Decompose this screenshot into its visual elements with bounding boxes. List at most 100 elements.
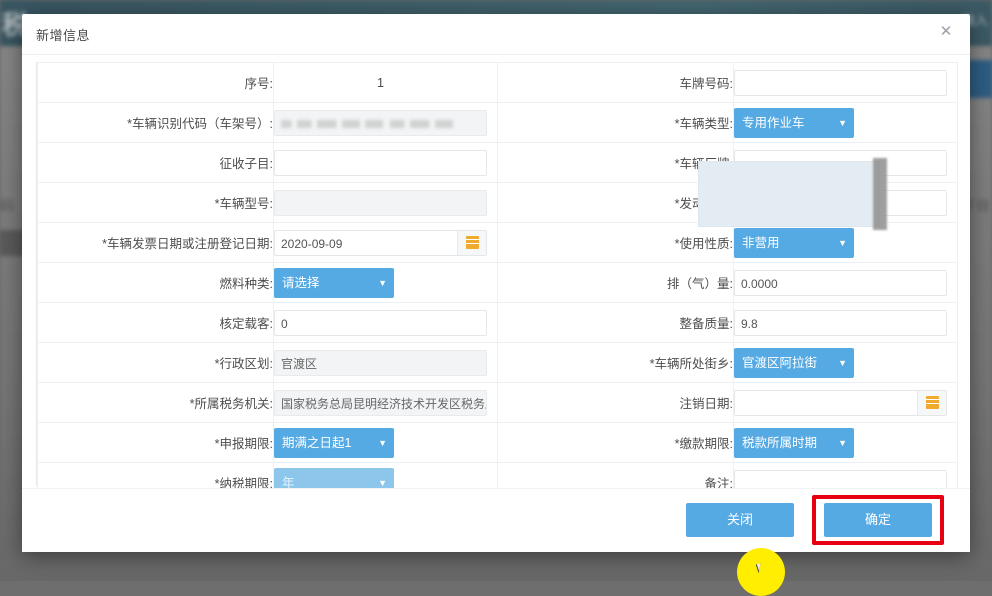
field-label-right-7: *车辆所处街乡: bbox=[497, 342, 734, 383]
chevron-down-icon: ▼ bbox=[838, 437, 847, 448]
add-info-dialog: 新增信息 ✕ 序号: 1 车牌号码: *车辆识别代码（车架号）: *车辆类型: 专用作业车… bbox=[22, 14, 970, 552]
field-value-left-0: 1 bbox=[273, 62, 498, 103]
text-input-left-2[interactable] bbox=[274, 149, 487, 176]
dropdown-value: 请选择 bbox=[282, 275, 320, 290]
dropdown-value: 非营用 bbox=[742, 235, 780, 250]
label-text: 排（气）量: bbox=[667, 277, 733, 291]
vehicle-info-form: 序号: 1 车牌号码: *车辆识别代码（车架号）: *车辆类型: 专用作业车 ▼ 征收子目: *… bbox=[36, 62, 958, 503]
form-row: *车辆识别代码（车架号）: *车辆类型: 专用作业车 ▼ bbox=[37, 102, 958, 143]
field-value-right-1: 专用作业车 ▼ bbox=[733, 102, 958, 143]
dropdown-right-9[interactable]: 税款所属时期 ▼ bbox=[734, 427, 854, 458]
close-icon[interactable]: ✕ bbox=[936, 22, 956, 42]
text-input-right-6[interactable]: 9.8 bbox=[734, 309, 947, 336]
dialog-header: 新增信息 ✕ bbox=[22, 14, 970, 55]
field-value-left-3 bbox=[273, 182, 498, 223]
field-label-left-1: *车辆识别代码（车架号）: bbox=[37, 102, 274, 143]
date-input[interactable] bbox=[734, 389, 947, 416]
field-value-left-4: 2020-09-09 bbox=[273, 222, 498, 263]
field-value-right-4: 非营用 ▼ bbox=[733, 222, 958, 263]
readonly-input-left-8: 国家税务总局昆明经济技术开发区税务局税源 bbox=[274, 389, 487, 416]
dialog-title: 新增信息 bbox=[36, 28, 91, 43]
confirm-button[interactable]: 确定 bbox=[824, 503, 932, 537]
readonly-input-left-3 bbox=[274, 189, 487, 216]
field-label-right-6: 整备质量: bbox=[497, 302, 734, 343]
sequence-number: 1 bbox=[377, 75, 384, 90]
field-label-right-5: 排（气）量: bbox=[497, 262, 734, 303]
date-field-right-8 bbox=[734, 389, 947, 416]
floating-panel-scrollbar[interactable] bbox=[873, 158, 887, 230]
dropdown-right-1[interactable]: 专用作业车 ▼ bbox=[734, 107, 854, 138]
dropdown-left-9[interactable]: 期满之日起1 ▼ bbox=[274, 427, 394, 458]
text-input-right-5[interactable]: 0.0000 bbox=[734, 269, 947, 296]
chevron-down-icon: ▼ bbox=[838, 237, 847, 248]
calendar-icon bbox=[466, 235, 479, 249]
dropdown-right-4[interactable]: 非营用 ▼ bbox=[734, 227, 854, 258]
field-label-left-4: *车辆发票日期或注册登记日期: bbox=[37, 222, 274, 263]
form-row: 燃料种类: 请选择 ▼ 排（气）量: 0.0000 bbox=[37, 262, 958, 303]
field-value-left-1 bbox=[273, 102, 498, 143]
label-text: 整备质量: bbox=[679, 317, 733, 331]
field-label-left-9: *申报期限: bbox=[37, 422, 274, 463]
label-text: *使用性质: bbox=[674, 237, 733, 251]
label-text: 序号: bbox=[244, 77, 273, 91]
label-text: *缴款期限: bbox=[674, 437, 733, 451]
readonly-input-left-7: 官渡区 bbox=[274, 349, 487, 376]
label-text: 核定载客: bbox=[219, 317, 273, 331]
calendar-icon-button[interactable] bbox=[457, 230, 486, 255]
label-text: *所属税务机关: bbox=[189, 397, 273, 411]
label-text: *申报期限: bbox=[214, 437, 273, 451]
field-value-left-8: 国家税务总局昆明经济技术开发区税务局税源 bbox=[273, 382, 498, 423]
field-value-left-7: 官渡区 bbox=[273, 342, 498, 383]
label-text: 注销日期: bbox=[679, 397, 733, 411]
chevron-down-icon: ▼ bbox=[378, 277, 387, 288]
dialog-footer: 关闭 确定 bbox=[22, 488, 970, 552]
date-input[interactable]: 2020-09-09 bbox=[274, 229, 487, 256]
text-input-right-0[interactable] bbox=[734, 69, 947, 96]
field-value-right-7: 官渡区阿拉街 ▼ bbox=[733, 342, 958, 383]
label-text: *行政区划: bbox=[214, 357, 273, 371]
field-label-left-0: 序号: bbox=[37, 62, 274, 103]
field-label-right-1: *车辆类型: bbox=[497, 102, 734, 143]
field-value-left-5: 请选择 ▼ bbox=[273, 262, 498, 303]
label-text: *车辆所处街乡: bbox=[649, 357, 733, 371]
calendar-icon-button[interactable] bbox=[917, 390, 946, 415]
form-row: *所属税务机关:国家税务总局昆明经济技术开发区税务局税源 注销日期: bbox=[37, 382, 958, 423]
field-label-left-6: 核定载客: bbox=[37, 302, 274, 343]
field-label-left-5: 燃料种类: bbox=[37, 262, 274, 303]
dropdown-value: 期满之日起1 bbox=[282, 435, 352, 450]
label-text: 燃料种类: bbox=[219, 277, 273, 291]
form-table: 序号: 1 车牌号码: *车辆识别代码（车架号）: *车辆类型: 专用作业车 ▼ 征收子目: *… bbox=[37, 62, 958, 503]
calendar-icon bbox=[926, 395, 939, 409]
text-input-left-6[interactable]: 0 bbox=[274, 309, 487, 336]
field-value-left-6: 0 bbox=[273, 302, 498, 343]
label-text: *车辆型号: bbox=[214, 197, 273, 211]
field-label-left-8: *所属税务机关: bbox=[37, 382, 274, 423]
field-label-left-3: *车辆型号: bbox=[37, 182, 274, 223]
field-label-right-9: *缴款期限: bbox=[497, 422, 734, 463]
field-label-left-7: *行政区划: bbox=[37, 342, 274, 383]
dropdown-left-5[interactable]: 请选择 ▼ bbox=[274, 267, 394, 298]
field-value-right-6: 9.8 bbox=[733, 302, 958, 343]
field-value-right-9: 税款所属时期 ▼ bbox=[733, 422, 958, 463]
form-row: *车辆发票日期或注册登记日期: 2020-09-09 *使用性质: 非营用 ▼ bbox=[37, 222, 958, 263]
form-row: *申报期限: 期满之日起1 ▼ *缴款期限: 税款所属时期 ▼ bbox=[37, 422, 958, 463]
form-row: 核定载客: 0 整备质量: 9.8 bbox=[37, 302, 958, 343]
floating-suggestion-panel[interactable] bbox=[698, 161, 880, 227]
field-value-right-8 bbox=[733, 382, 958, 423]
dropdown-value: 专用作业车 bbox=[742, 115, 805, 130]
field-value-right-0 bbox=[733, 62, 958, 103]
dropdown-right-7[interactable]: 官渡区阿拉街 ▼ bbox=[734, 347, 854, 378]
form-row: 序号: 1 车牌号码: bbox=[37, 62, 958, 103]
field-label-left-2: 征收子目: bbox=[37, 142, 274, 183]
label-text: *车辆识别代码（车架号）: bbox=[127, 117, 273, 131]
close-button[interactable]: 关闭 bbox=[686, 503, 794, 537]
field-label-right-8: 注销日期: bbox=[497, 382, 734, 423]
dropdown-value: 税款所属时期 bbox=[742, 435, 818, 450]
label-text: 征收子目: bbox=[219, 157, 273, 171]
field-value-right-5: 0.0000 bbox=[733, 262, 958, 303]
vin-input[interactable] bbox=[274, 109, 487, 136]
date-field-left-4: 2020-09-09 bbox=[274, 229, 487, 256]
label-text: *车辆类型: bbox=[674, 117, 733, 131]
label-text: *车辆发票日期或注册登记日期: bbox=[102, 237, 273, 251]
field-value-left-2 bbox=[273, 142, 498, 183]
